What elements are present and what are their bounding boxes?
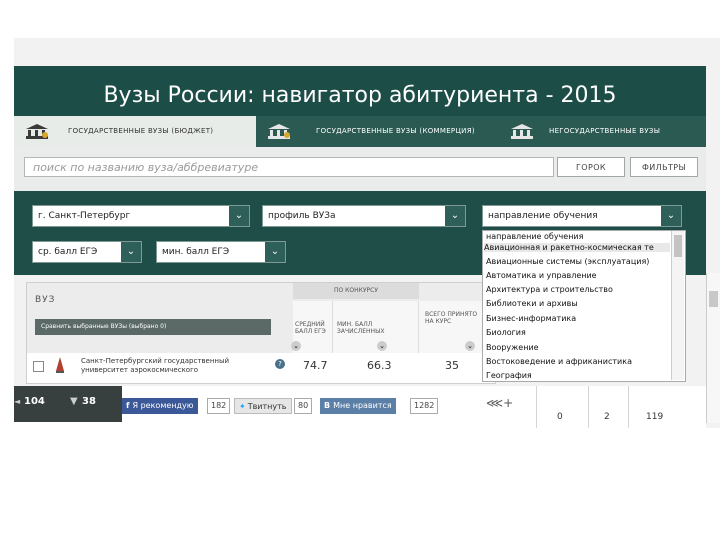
table-divider xyxy=(536,386,537,428)
table-cell: 0 xyxy=(557,412,563,422)
tab-state-budget[interactable]: ГОСУДАРСТВЕННЫЕ ВУЗЫ (БЮДЖЕТ) xyxy=(14,116,256,147)
tab-label: ГОСУДАРСТВЕННЫЕ ВУЗЫ (КОММЕРЦИЯ) xyxy=(316,127,475,135)
university-icon xyxy=(26,124,48,139)
list-item[interactable]: Библиотеки и архивы xyxy=(486,299,578,308)
facebook-count: 182 xyxy=(207,398,231,414)
profile-select[interactable]: профиль ВУЗа ⌄ xyxy=(262,205,466,227)
list-item[interactable]: Архитектура и строительство xyxy=(486,285,613,294)
chevron-down-icon: ⌄ xyxy=(265,242,285,262)
eye-icon: ◄ xyxy=(14,397,21,406)
vk-label: Мне нравится xyxy=(333,401,392,410)
vk-like-button[interactable]: B Мне нравится xyxy=(320,398,396,414)
filters-button[interactable]: ФИЛЬТРЫ xyxy=(630,157,698,177)
tweet-label: Твитнуть xyxy=(247,402,287,411)
chevron-down-icon: ⌄ xyxy=(445,206,465,226)
min-score-select[interactable]: мин. балл ЕГЭ ⌄ xyxy=(156,241,286,263)
chevron-down-icon: ⌄ xyxy=(229,206,249,226)
row-min-score: 66.3 xyxy=(367,359,392,372)
table-divider xyxy=(628,386,629,428)
facebook-label: Я рекомендую xyxy=(132,401,194,410)
min-score-value: мин. балл ЕГЭ xyxy=(162,247,230,257)
likes-count: 38 xyxy=(82,396,96,407)
row-avg-score: 74.7 xyxy=(303,359,328,372)
tab-non-state[interactable]: НЕГОСУДАРСТВЕННЫЕ ВУЗЫ xyxy=(499,116,706,147)
share-icon[interactable]: ⋘+ xyxy=(486,396,513,410)
row-checkbox[interactable] xyxy=(33,361,44,372)
chevron-down-icon: ⌄ xyxy=(121,242,141,262)
profile-value: профиль ВУЗа xyxy=(268,211,336,221)
table-cell: 119 xyxy=(646,412,664,422)
page-scrollbar[interactable] xyxy=(706,273,720,423)
list-item[interactable]: Вооружение xyxy=(486,343,539,352)
row-total: 35 xyxy=(445,359,459,372)
sort-icon[interactable]: ⌄ xyxy=(465,341,475,351)
info-icon[interactable]: ? xyxy=(275,359,285,369)
university-name[interactable]: Санкт-Петербургский государственный унив… xyxy=(81,357,257,375)
list-item[interactable]: Автоматика и управление xyxy=(486,271,597,280)
list-item[interactable]: Биология xyxy=(486,328,526,337)
facebook-icon: f xyxy=(126,401,130,410)
tab-state-commercial[interactable]: ГОСУДАРСТВЕННЫЕ ВУЗЫ (КОММЕРЦИЯ) xyxy=(256,116,499,147)
table-row[interactable]: Санкт-Петербургский государственный унив… xyxy=(27,355,493,383)
col-min-header: МИН. БАЛЛ ЗАЧИСЛЕННЫХ xyxy=(333,301,419,353)
pin-icon: ▼ xyxy=(70,396,78,407)
social-bar: ◄ 104 ▼ 38 fЯ рекомендую 182 ✦ Твитнуть 8… xyxy=(14,386,706,428)
university-icon xyxy=(268,124,290,139)
avg-score-value: ср. балл ЕГЭ xyxy=(38,247,98,257)
list-item[interactable]: Бизнес-информатика xyxy=(486,314,576,323)
twitter-icon: ✦ xyxy=(239,402,246,411)
search-input[interactable]: поиск по названию вуза/аббревиатуре xyxy=(24,157,554,177)
city-select[interactable]: г. Санкт-Петербург ⌄ xyxy=(32,205,250,227)
university-icon xyxy=(511,124,533,139)
results-table: ВУЗ Сравнить выбранные ВУЗы (выбрано 0) … xyxy=(26,282,496,384)
search-bar: поиск по названию вуза/аббревиатуре ГОРО… xyxy=(14,147,706,191)
city-value: г. Санкт-Петербург xyxy=(38,211,131,221)
group-header: ПО КОНКУРСУ xyxy=(293,283,419,299)
tab-bar: ГОСУДАРСТВЕННЫЕ ВУЗЫ (БЮДЖЕТ) ГОСУДАРСТВ… xyxy=(14,116,706,147)
views-count: 104 xyxy=(24,396,45,407)
vuz-header: ВУЗ xyxy=(35,295,56,305)
compare-button[interactable]: Сравнить выбранные ВУЗы (выбрано 0) xyxy=(35,319,271,335)
facebook-button[interactable]: fЯ рекомендую xyxy=(122,398,198,414)
tab-label: ГОСУДАРСТВЕННЫЕ ВУЗЫ (БЮДЖЕТ) xyxy=(68,127,214,135)
sort-icon[interactable]: ⌄ xyxy=(291,341,301,351)
direction-dropdown-list[interactable]: направление обучения Авиационная и ракет… xyxy=(482,230,686,382)
chevron-down-icon: ⌄ xyxy=(661,206,681,226)
scroll-thumb[interactable] xyxy=(674,235,682,257)
direction-value: направление обучения xyxy=(488,211,598,221)
list-item[interactable]: направление обучения xyxy=(486,232,583,241)
vk-count: 1282 xyxy=(410,398,439,414)
tab-label: НЕГОСУДАРСТВЕННЫЕ ВУЗЫ xyxy=(549,127,661,135)
table-cell: 2 xyxy=(604,412,610,422)
direction-select[interactable]: направление обучения ⌄ xyxy=(482,205,682,227)
browser-viewport: Вузы России: навигатор абитуриента - 201… xyxy=(14,38,720,428)
table-divider xyxy=(588,386,589,428)
scroll-thumb[interactable] xyxy=(709,291,718,307)
tweet-button[interactable]: ✦ Твитнуть xyxy=(234,398,292,414)
university-logo-icon xyxy=(56,357,64,373)
list-item[interactable]: Авиационная и ракетно-космическая те xyxy=(484,243,670,252)
dropdown-scrollbar[interactable] xyxy=(671,231,684,380)
list-item[interactable]: География xyxy=(486,371,532,380)
list-item[interactable]: Востоковедение и африканистика xyxy=(486,357,632,366)
tweet-count: 80 xyxy=(294,398,313,414)
sort-icon[interactable]: ⌄ xyxy=(377,341,387,351)
page-title: Вузы России: навигатор абитуриента - 201… xyxy=(103,83,617,108)
list-item[interactable]: Авиационные системы (эксплуатация) xyxy=(486,257,649,266)
find-button[interactable]: ГОРОК xyxy=(557,157,625,177)
avg-score-select[interactable]: ср. балл ЕГЭ ⌄ xyxy=(32,241,142,263)
vk-icon: B xyxy=(324,401,331,410)
